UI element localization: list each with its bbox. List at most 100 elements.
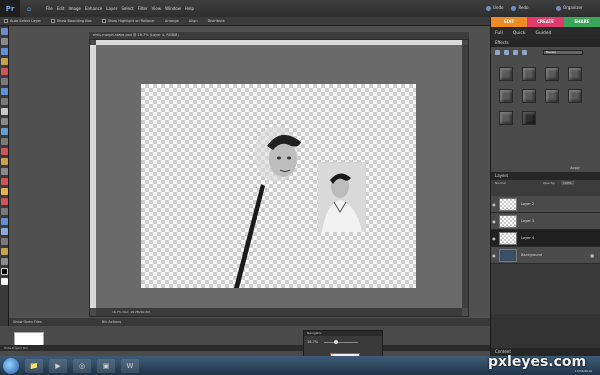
organizer-button[interactable]: Organizer — [556, 5, 583, 11]
all-effects-icon[interactable] — [522, 50, 527, 55]
menu-help[interactable]: Help — [185, 6, 194, 11]
show-open-files-dropdown[interactable]: Show Open Files — [13, 320, 42, 324]
vertical-scrollbar[interactable] — [462, 45, 468, 308]
explorer-taskbar-icon[interactable]: 📁 — [25, 358, 43, 373]
effects-header[interactable]: Effects — [491, 39, 600, 47]
bevel-thumbnail[interactable] — [568, 89, 582, 103]
media-player-taskbar-icon[interactable]: ▶ — [49, 358, 67, 373]
menu-image[interactable]: Image — [68, 6, 81, 11]
gradient-tool-icon[interactable] — [1, 228, 8, 235]
bevel-thumbnail[interactable] — [522, 111, 536, 125]
paint-bucket-tool-icon[interactable] — [1, 218, 8, 225]
menu-select[interactable]: Select — [121, 6, 133, 11]
clone-stamp-tool-icon[interactable] — [1, 168, 8, 175]
document-tab[interactable]: elvis-morph-steps.psd @ 16.7% (Layer 4, … — [89, 32, 469, 39]
eyedropper-tool-icon[interactable] — [1, 58, 8, 65]
menu-file[interactable]: File — [46, 6, 53, 11]
menu-edit[interactable]: Edit — [57, 6, 65, 11]
open-file-thumbnail[interactable] — [14, 332, 44, 346]
crop-tool-icon[interactable] — [1, 118, 8, 125]
elvis-photo-layer[interactable] — [318, 162, 366, 232]
blend-mode-select[interactable]: Normal — [495, 181, 506, 185]
blur-tool-icon[interactable] — [1, 248, 8, 255]
bevel-thumbnail[interactable] — [499, 89, 513, 103]
bin-actions-button[interactable]: Bin Actions — [102, 320, 122, 324]
checkbox[interactable] — [101, 19, 106, 23]
bevel-thumbnail[interactable] — [522, 67, 536, 81]
bevel-thumbnail[interactable] — [568, 67, 582, 81]
layer-row[interactable]: ● Background ■ — [491, 247, 600, 264]
red-eye-tool-icon[interactable] — [1, 148, 8, 155]
menu-window[interactable]: Window — [165, 6, 181, 11]
tab-edit[interactable]: EDIT — [491, 17, 528, 27]
magic-wand-tool-icon[interactable] — [1, 88, 8, 95]
bevel-thumbnail[interactable] — [545, 67, 559, 81]
layer-row[interactable]: ● Layer 2 — [491, 196, 600, 213]
tab-share[interactable]: SHARE — [563, 17, 600, 27]
distribute-button[interactable]: Distribute — [208, 19, 225, 23]
brush-tool-icon[interactable] — [1, 198, 8, 205]
bevel-thumbnail[interactable] — [499, 111, 513, 125]
layer-row-selected[interactable]: ● Layer 4 — [491, 230, 600, 247]
subtab-full[interactable]: Full — [495, 31, 503, 36]
show-highlight-option[interactable]: Show Highlight on Rollover — [101, 19, 155, 23]
straighten-tool-icon[interactable] — [1, 138, 8, 145]
menu-filter[interactable]: Filter — [138, 6, 148, 11]
layer-row[interactable]: ● Layer 3 — [491, 213, 600, 230]
zoom-slider-handle[interactable] — [334, 339, 339, 344]
pencil-tool-icon[interactable] — [1, 188, 8, 195]
shape-tool-icon[interactable] — [1, 238, 8, 245]
hide-project-bin-toggle[interactable]: Hide Project Bin — [0, 345, 490, 351]
align-button[interactable]: Align — [189, 19, 198, 23]
background-color-swatch[interactable] — [1, 278, 8, 285]
visibility-eye-icon[interactable]: ● — [491, 202, 497, 207]
menu-enhance[interactable]: Enhance — [85, 6, 102, 11]
marquee-tool-icon[interactable] — [1, 68, 8, 75]
layers-controls: Normal Opacity: 100% — [491, 180, 600, 196]
zoom-slider[interactable] — [324, 339, 359, 344]
checkbox[interactable] — [50, 19, 55, 23]
opacity-field[interactable]: 100% — [561, 181, 574, 185]
photoshop-taskbar-icon[interactable]: ▣ — [97, 358, 115, 373]
visibility-eye-icon[interactable]: ● — [491, 253, 497, 258]
photo-effects-icon[interactable] — [513, 50, 518, 55]
eraser-tool-icon[interactable] — [1, 178, 8, 185]
arrange-button[interactable]: Arrange — [165, 19, 179, 23]
menu-layer[interactable]: Layer — [106, 6, 117, 11]
menu-view[interactable]: View — [152, 6, 162, 11]
firefox-taskbar-icon[interactable]: ◎ — [73, 358, 91, 373]
cookie-cutter-tool-icon[interactable] — [1, 128, 8, 135]
subtab-guided[interactable]: Guided — [535, 31, 551, 36]
redo-button[interactable]: Redo — [511, 5, 529, 11]
layers-header[interactable]: Layers — [491, 172, 600, 180]
checkbox[interactable] — [4, 19, 8, 23]
hand-tool-icon[interactable] — [1, 48, 8, 55]
foreground-color-swatch[interactable] — [1, 268, 8, 275]
selection-brush-tool-icon[interactable] — [1, 98, 8, 105]
visibility-eye-icon[interactable]: ● — [491, 236, 497, 241]
smart-brush-tool-icon[interactable] — [1, 208, 8, 215]
move-tool-icon[interactable] — [1, 28, 8, 35]
lasso-tool-icon[interactable] — [1, 78, 8, 85]
zoom-tool-icon[interactable] — [1, 38, 8, 45]
start-button[interactable] — [3, 357, 19, 374]
filters-icon[interactable] — [495, 50, 500, 55]
effects-category-select[interactable]: Bevels — [543, 50, 583, 55]
healing-brush-tool-icon[interactable] — [1, 158, 8, 165]
text-tool-icon[interactable] — [1, 108, 8, 115]
word-taskbar-icon[interactable]: W — [121, 358, 139, 373]
bevel-thumbnail[interactable] — [522, 89, 536, 103]
layer-styles-icon[interactable] — [504, 50, 509, 55]
visibility-eye-icon[interactable]: ● — [491, 219, 497, 224]
bevel-thumbnail[interactable] — [499, 67, 513, 81]
apply-button[interactable]: Apply — [570, 166, 580, 170]
image-canvas[interactable] — [141, 84, 416, 288]
sponge-tool-icon[interactable] — [1, 258, 8, 265]
home-icon[interactable]: ⌂ — [24, 4, 34, 14]
subtab-quick[interactable]: Quick — [513, 31, 526, 36]
bevel-thumbnail[interactable] — [545, 89, 559, 103]
undo-button[interactable]: Undo — [486, 5, 503, 11]
show-bounding-box-option[interactable]: Show Bounding Box — [50, 19, 92, 23]
tab-create[interactable]: CREATE — [527, 17, 564, 27]
auto-select-layer-option[interactable]: Auto Select Layer — [4, 19, 41, 23]
